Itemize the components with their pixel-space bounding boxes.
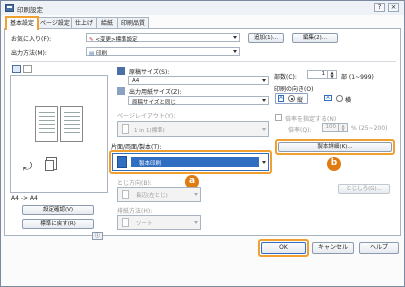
favorites-select[interactable]: ✎ <変更>標準設定 (86, 33, 240, 43)
chevron-down-icon (194, 221, 198, 224)
scaling-value: 100 (325, 124, 337, 130)
page-layout-icon (122, 124, 129, 134)
spinner-arrows-icon[interactable]: ▲ ▼ (338, 124, 347, 131)
print-preview: ⤾ (10, 75, 108, 193)
output-method-label: 出力方法(M): (11, 50, 47, 57)
portrait-label: 縦 (297, 97, 304, 104)
booklet-icon (117, 156, 127, 168)
output-method-select[interactable]: ▤ 印刷 (86, 47, 240, 57)
sort-icon (122, 218, 129, 227)
printer-icon (5, 4, 14, 12)
edit-favorite-button[interactable]: 編集(2)... (292, 33, 338, 43)
paper-source-select[interactable]: ソート (117, 215, 201, 230)
output-paper-label: 出力用紙サイズ(Z): (129, 89, 182, 96)
scaling-sub-label: 倍率(Q): (288, 127, 312, 134)
binding-icon (122, 190, 129, 199)
chevron-down-icon (262, 128, 266, 131)
help-title-button[interactable]: ? (374, 3, 385, 12)
output-paper-select[interactable]: 原稿サイズと同じ (128, 96, 269, 106)
window-title: 印刷設定 (17, 6, 43, 14)
title-bar: 印刷設定 ? × (1, 1, 404, 15)
paper-source-value: ソート (136, 221, 153, 227)
copies-value: 1 (321, 71, 326, 77)
copies-label: 部数(C): (274, 74, 297, 81)
chevron-down-icon (262, 79, 266, 82)
paper-size-label: 原稿サイズ(S): (129, 69, 170, 76)
chevron-down-icon (233, 50, 237, 53)
preview-page-left (35, 106, 58, 142)
favorites-value: <変更>標準設定 (95, 37, 138, 43)
page-layout-value: 1 in 1(標準) (134, 128, 165, 134)
landscape-radio[interactable] (336, 95, 343, 102)
paper-source-label: 排紙方法(H): (117, 208, 153, 215)
landscape-label: 横 (345, 97, 352, 104)
paper-size-select[interactable]: A4 (128, 76, 269, 85)
ok-button[interactable]: OK (261, 242, 306, 254)
add-favorite-button[interactable]: 追加(1)... (248, 33, 284, 43)
binding-margin-button[interactable]: とじしろ(G)... (338, 184, 390, 194)
tab-content: お気に入り(F): ✎ <変更>標準設定 追加(1)... 編集(2)... 出… (4, 28, 401, 240)
print-settings-window: 印刷設定 ? × 基本設定 ページ設定 仕上げ 給紙 印刷品質 お気に入り(F)… (0, 0, 405, 287)
favorites-label: お気に入り(F): (11, 36, 52, 43)
chevron-down-icon (262, 99, 266, 102)
portrait-icon: A (278, 95, 284, 102)
duplex-value: 製本印刷 (139, 161, 162, 167)
paper-size-value: A4 (132, 78, 140, 84)
binding-label: とじ方向(B): (117, 180, 152, 187)
orientation-label: 印刷の向き(O) (274, 86, 314, 93)
output-paper-icon (117, 87, 125, 95)
duplex-select[interactable]: 製本印刷 (112, 153, 269, 171)
annotation-b-badge: b (327, 157, 341, 171)
close-title-button[interactable]: × (388, 3, 399, 12)
print-icon: ▤ (89, 51, 95, 57)
paper-size-icon (117, 67, 125, 75)
confirm-settings-button[interactable]: 設定確認(V) (22, 205, 94, 215)
tab-basic[interactable]: 基本設定 (5, 16, 39, 30)
cancel-button[interactable]: キャンセル (312, 242, 354, 254)
binding-select[interactable]: 長辺(左とじ) (117, 187, 201, 202)
chevron-down-icon (262, 161, 266, 164)
scaling-spinner[interactable]: 100 ▲ ▼ (322, 123, 348, 132)
output-paper-value: 原稿サイズと同じ (132, 100, 176, 106)
page-layout-select[interactable]: 1 in 1(標準) (117, 121, 269, 137)
chevron-down-icon (233, 36, 237, 39)
rotate-icon: ⤾ (23, 160, 33, 173)
scaling-range: % (25~200) (351, 125, 388, 132)
preview-toggle-icon-2[interactable] (23, 65, 32, 73)
pages-icon (45, 160, 54, 171)
restore-defaults-button[interactable]: 標準に戻す(R) (22, 219, 94, 229)
bookbinding-details-button[interactable]: 製本詳細(K)... (278, 142, 392, 152)
preview-page-right (60, 106, 83, 142)
info-icon[interactable]: ⓘ (92, 232, 103, 240)
scaling-label: 倍率を指定する(N) (285, 116, 337, 123)
separator (11, 61, 396, 62)
copies-spinner[interactable]: 1 ▲ ▼ (307, 70, 337, 79)
favorites-value-wrap: ✎ <変更>標準設定 (89, 35, 138, 43)
pencil-icon: ✎ (89, 37, 94, 43)
output-method-value: 印刷 (95, 51, 107, 57)
copies-range: 部 (1~999) (341, 74, 374, 81)
booklet-preview (35, 106, 85, 142)
chevron-down-icon (194, 193, 198, 196)
help-button[interactable]: ヘルプ (359, 242, 399, 254)
portrait-radio[interactable] (288, 95, 295, 102)
preview-toggle-icon[interactable] (12, 65, 21, 73)
scaling-checkbox[interactable] (275, 114, 282, 121)
preview-caption: A4 -> A4 (11, 195, 38, 202)
spinner-arrows-icon[interactable]: ▲ ▼ (327, 71, 336, 78)
page-layout-label: ページレイアウト(Y): (117, 113, 176, 120)
landscape-icon: A (324, 95, 332, 101)
binding-value: 長辺(左とじ) (136, 193, 168, 199)
